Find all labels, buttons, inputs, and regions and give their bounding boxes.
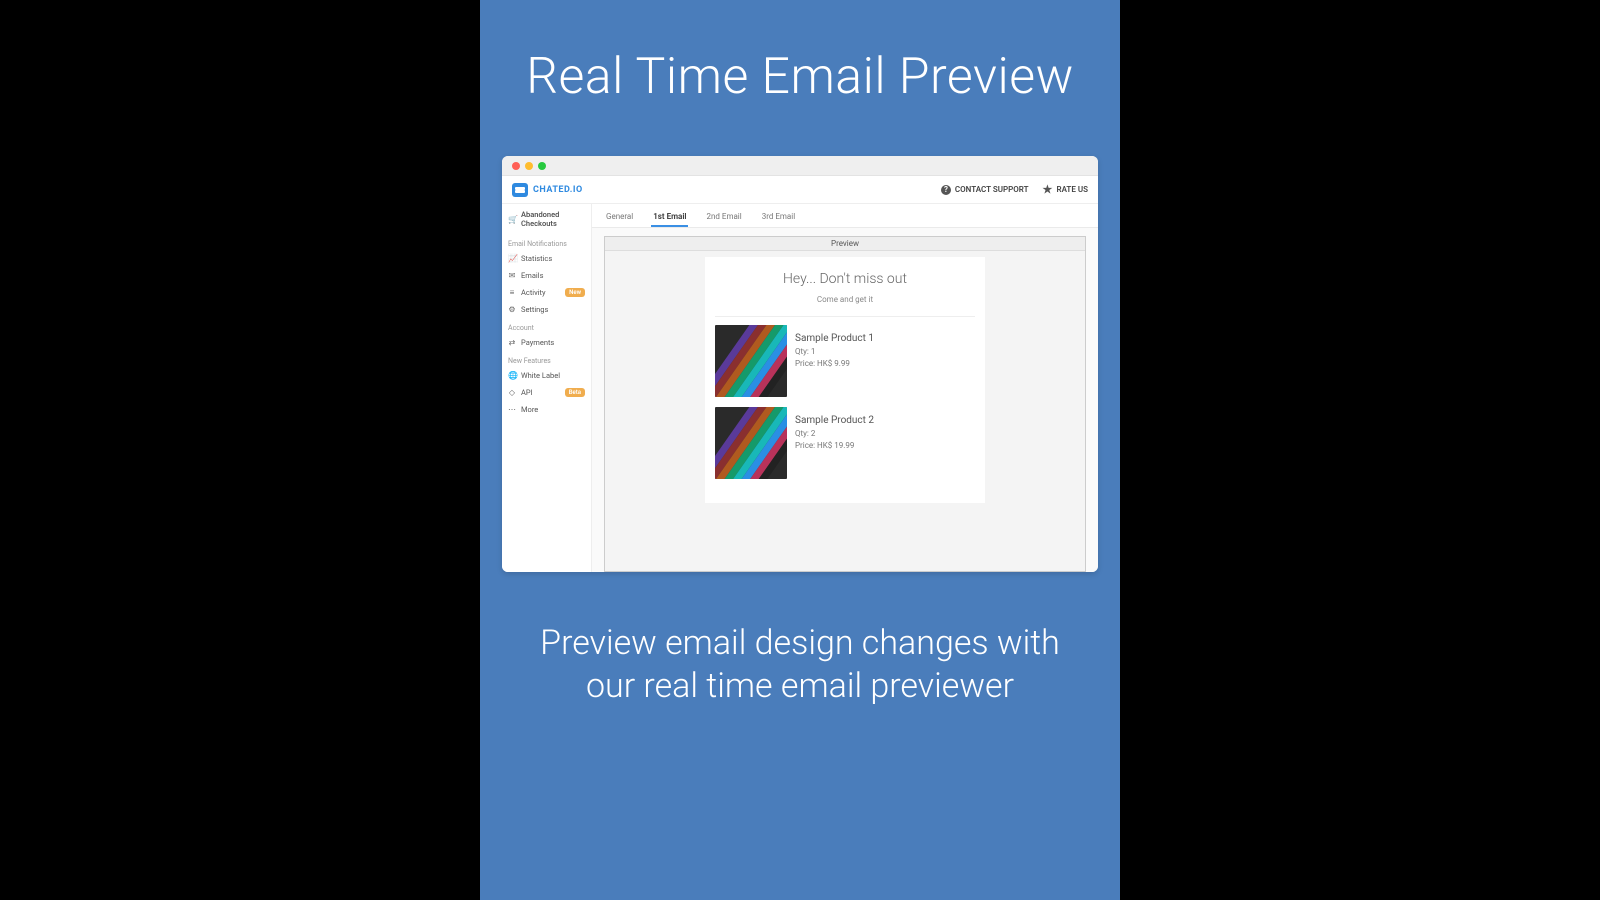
preview-wrapper: Preview Hey... Don't miss out Come and g…: [592, 228, 1098, 572]
header-actions: ? CONTACT SUPPORT ★ RATE US: [941, 185, 1088, 195]
contact-support-label: CONTACT SUPPORT: [955, 185, 1029, 194]
tab-second-email[interactable]: 2nd Email: [704, 206, 743, 227]
product-row: Sample Product 2 Qty: 2 Price: HK$ 19.99: [715, 407, 975, 479]
sidebar-item-label: Abandoned Checkouts: [521, 210, 585, 228]
sidebar-item-white-label[interactable]: 🌐 White Label: [502, 367, 591, 384]
cart-icon: 🛒: [508, 215, 516, 224]
product-info: Sample Product 2 Qty: 2 Price: HK$ 19.99: [795, 407, 874, 479]
tabs: General 1st Email 2nd Email 3rd Email: [592, 204, 1098, 228]
promo-subtitle: Preview email design changes with our re…: [480, 622, 1120, 707]
sidebar-group-account: Account: [502, 318, 591, 334]
sidebar-item-api[interactable]: ◇ API Beta: [502, 384, 591, 401]
preview-label: Preview: [605, 237, 1085, 251]
product-row: Sample Product 1 Qty: 1 Price: HK$ 9.99: [715, 325, 975, 397]
product-name: Sample Product 2: [795, 415, 874, 426]
email-headline: Hey... Don't miss out: [715, 271, 975, 287]
sidebar-item-label: More: [521, 405, 538, 414]
mail-icon: ✉: [508, 271, 516, 280]
main-area: General 1st Email 2nd Email 3rd Email Pr…: [592, 204, 1098, 572]
mac-close-dot[interactable]: [512, 162, 520, 170]
sidebar-item-settings[interactable]: ⚙ Settings: [502, 301, 591, 318]
help-icon: ?: [941, 185, 951, 195]
sidebar-item-activity[interactable]: ≡ Activity New: [502, 284, 591, 301]
product-qty: Qty: 2: [795, 429, 874, 438]
email-subhead: Come and get it: [715, 295, 975, 304]
sidebar-item-label: Emails: [521, 271, 543, 280]
sidebar-item-statistics[interactable]: 📈 Statistics: [502, 250, 591, 267]
tab-third-email[interactable]: 3rd Email: [760, 206, 797, 227]
mac-window-bar: [502, 156, 1098, 176]
new-badge: New: [565, 288, 585, 297]
sidebar-item-label: Settings: [521, 305, 548, 314]
sidebar-item-emails[interactable]: ✉ Emails: [502, 267, 591, 284]
promo-panel: Real Time Email Preview CHATED.IO ? CONT…: [480, 0, 1120, 900]
chart-icon: 📈: [508, 254, 516, 263]
product-info: Sample Product 1 Qty: 1 Price: HK$ 9.99: [795, 325, 874, 397]
sidebar-item-label: Statistics: [521, 254, 552, 263]
mac-max-dot[interactable]: [538, 162, 546, 170]
beta-badge: Beta: [565, 388, 585, 397]
divider: [715, 316, 975, 317]
rate-us-link[interactable]: ★ RATE US: [1043, 185, 1089, 195]
sidebar-item-abandoned-checkouts[interactable]: 🛒 Abandoned Checkouts: [502, 204, 591, 234]
sidebar: 🛒 Abandoned Checkouts Email Notification…: [502, 204, 592, 572]
product-price: Price: HK$ 19.99: [795, 441, 874, 450]
product-image: [715, 325, 787, 397]
brand[interactable]: CHATED.IO: [512, 183, 583, 197]
mac-min-dot[interactable]: [525, 162, 533, 170]
sidebar-item-label: White Label: [521, 371, 560, 380]
gear-icon: ⚙: [508, 305, 516, 314]
app-header: CHATED.IO ? CONTACT SUPPORT ★ RATE US: [502, 176, 1098, 204]
tab-general[interactable]: General: [604, 206, 635, 227]
sidebar-item-more[interactable]: ⋯ More: [502, 401, 591, 418]
rate-us-label: RATE US: [1057, 185, 1089, 194]
product-qty: Qty: 1: [795, 347, 874, 356]
contact-support-link[interactable]: ? CONTACT SUPPORT: [941, 185, 1029, 195]
tab-first-email[interactable]: 1st Email: [651, 206, 688, 227]
sidebar-item-label: Activity: [521, 288, 546, 297]
star-icon: ★: [1043, 185, 1053, 195]
payments-icon: ⇄: [508, 338, 516, 347]
product-image: [715, 407, 787, 479]
brand-chat-icon: [512, 183, 528, 197]
list-icon: ≡: [508, 288, 516, 297]
screenshot-card: CHATED.IO ? CONTACT SUPPORT ★ RATE US 🛒 …: [502, 156, 1098, 572]
app-body: 🛒 Abandoned Checkouts Email Notification…: [502, 204, 1098, 572]
product-price: Price: HK$ 9.99: [795, 359, 874, 368]
email-body: Hey... Don't miss out Come and get it: [705, 257, 985, 503]
sidebar-group-new-features: New Features: [502, 351, 591, 367]
code-icon: ◇: [508, 388, 516, 397]
sidebar-group-email-notifications: Email Notifications: [502, 234, 591, 250]
sidebar-item-payments[interactable]: ⇄ Payments: [502, 334, 591, 351]
globe-icon: 🌐: [508, 371, 516, 380]
preview-frame: Preview Hey... Don't miss out Come and g…: [604, 236, 1086, 572]
sidebar-item-label: API: [521, 388, 533, 397]
sidebar-item-label: Payments: [521, 338, 554, 347]
promo-title: Real Time Email Preview: [526, 48, 1074, 106]
product-name: Sample Product 1: [795, 333, 874, 344]
brand-text: CHATED.IO: [533, 185, 583, 195]
more-icon: ⋯: [508, 405, 516, 414]
